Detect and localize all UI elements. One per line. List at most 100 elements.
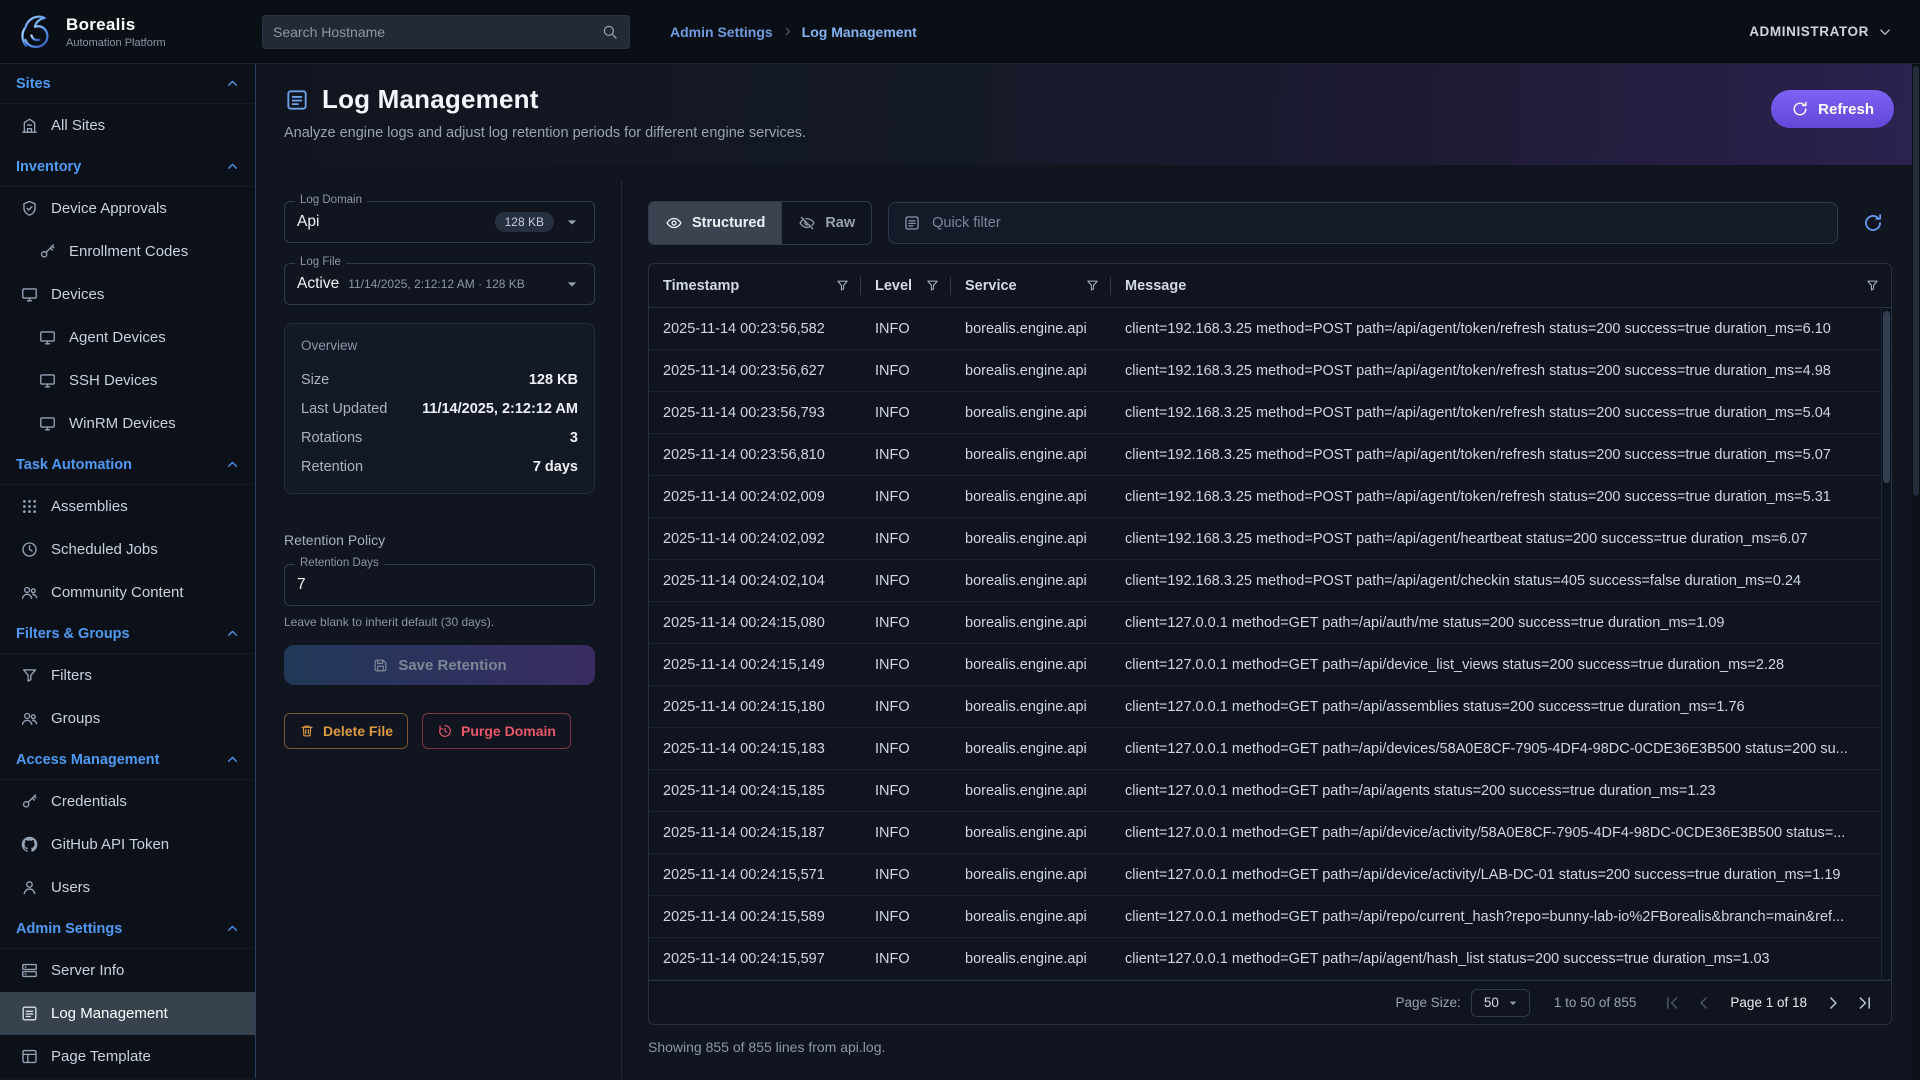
sidebar-section-inventory[interactable]: Inventory: [0, 147, 255, 187]
sidebar-item-community-content[interactable]: Community Content: [0, 571, 255, 614]
log-cell-timestamp: 2025-11-14 00:24:15,183: [649, 741, 861, 757]
quick-filter-input[interactable]: [932, 215, 1823, 231]
log-row[interactable]: 2025-11-14 00:24:15,187INFOborealis.engi…: [649, 812, 1891, 854]
sidebar-item-winrm-devices[interactable]: WinRM Devices: [0, 402, 255, 445]
log-row[interactable]: 2025-11-14 00:24:15,571INFOborealis.engi…: [649, 854, 1891, 896]
breadcrumb-admin-settings[interactable]: Admin Settings: [670, 24, 773, 40]
raw-toggle[interactable]: Raw: [781, 202, 871, 244]
retention-days-field[interactable]: Retention Days: [284, 564, 595, 606]
sidebar-item-agent-devices[interactable]: Agent Devices: [0, 316, 255, 359]
log-row[interactable]: 2025-11-14 00:23:56,582INFOborealis.engi…: [649, 308, 1891, 350]
sidebar-item-enrollment-codes[interactable]: Enrollment Codes: [0, 230, 255, 273]
page-indicator: Page 1 of 18: [1730, 995, 1807, 1010]
sidebar-section-access-management[interactable]: Access Management: [0, 740, 255, 780]
filter-icon[interactable]: [1865, 278, 1880, 293]
sidebar-item-label: Scheduled Jobs: [51, 541, 158, 558]
sidebar-item-page-template[interactable]: Page Template: [0, 1035, 255, 1078]
sidebar-item-all-sites[interactable]: All Sites: [0, 104, 255, 147]
hostname-search-input[interactable]: [273, 24, 601, 40]
log-cell-timestamp: 2025-11-14 00:24:15,597: [649, 951, 861, 967]
log-row[interactable]: 2025-11-14 00:24:15,589INFOborealis.engi…: [649, 896, 1891, 938]
filter-icon[interactable]: [925, 278, 940, 293]
log-cell-message: client=127.0.0.1 method=GET path=/api/de…: [1111, 825, 1891, 841]
log-cell-service: borealis.engine.api: [951, 699, 1111, 715]
log-file-label: Log File: [295, 256, 346, 268]
sidebar-item-groups[interactable]: Groups: [0, 697, 255, 740]
sidebar-item-scheduled-jobs[interactable]: Scheduled Jobs: [0, 528, 255, 571]
page-scrollbar-thumb[interactable]: [1913, 66, 1919, 496]
sidebar-section-admin-settings[interactable]: Admin Settings: [0, 909, 255, 949]
sidebar-section-filters-groups[interactable]: Filters & Groups: [0, 614, 255, 654]
first-page-button[interactable]: [1660, 991, 1684, 1015]
quick-filter[interactable]: [888, 202, 1838, 244]
retention-days-input[interactable]: [297, 576, 582, 594]
filter-icon[interactable]: [835, 278, 850, 293]
column-header-service[interactable]: Service: [951, 264, 1111, 307]
log-cell-message: client=127.0.0.1 method=GET path=/api/re…: [1111, 909, 1891, 925]
sidebar-item-label: Filters: [51, 667, 92, 684]
log-cell-timestamp: 2025-11-14 00:24:15,187: [649, 825, 861, 841]
table-scrollbar-thumb[interactable]: [1883, 311, 1890, 483]
column-header-timestamp[interactable]: Timestamp: [649, 264, 861, 307]
log-cell-service: borealis.engine.api: [951, 825, 1111, 841]
save-retention-button[interactable]: Save Retention: [284, 645, 595, 685]
sidebar-item-github-api-token[interactable]: GitHub API Token: [0, 823, 255, 866]
prev-page-button[interactable]: [1692, 991, 1716, 1015]
sidebar-item-devices[interactable]: Devices: [0, 273, 255, 316]
sidebar-item-filters[interactable]: Filters: [0, 654, 255, 697]
log-row[interactable]: 2025-11-14 00:24:15,080INFOborealis.engi…: [649, 602, 1891, 644]
column-header-level[interactable]: Level: [861, 264, 951, 307]
brand[interactable]: Borealis Automation Platform: [0, 11, 256, 53]
sidebar-item-server-info[interactable]: Server Info: [0, 949, 255, 992]
table-scrollbar[interactable]: [1881, 309, 1890, 979]
log-cell-timestamp: 2025-11-14 00:24:15,589: [649, 909, 861, 925]
log-row[interactable]: 2025-11-14 00:23:56,810INFOborealis.engi…: [649, 434, 1891, 476]
sidebar-item-label: Credentials: [51, 793, 127, 810]
next-page-button[interactable]: [1821, 991, 1845, 1015]
chevron-up-icon: [224, 920, 241, 937]
log-domain-select[interactable]: Log Domain Api 128 KB: [284, 201, 595, 243]
log-cell-level: INFO: [861, 615, 951, 631]
purge-domain-button[interactable]: Purge Domain: [422, 713, 571, 749]
sidebar-item-device-approvals[interactable]: Device Approvals: [0, 187, 255, 230]
delete-file-button[interactable]: Delete File: [284, 713, 408, 749]
log-row[interactable]: 2025-11-14 00:24:15,183INFOborealis.engi…: [649, 728, 1891, 770]
sidebar-item-ssh-devices[interactable]: SSH Devices: [0, 359, 255, 402]
breadcrumb-log-management[interactable]: Log Management: [802, 24, 917, 40]
page-scrollbar[interactable]: [1912, 64, 1920, 1080]
overview-title: Overview: [301, 338, 578, 353]
log-cell-message: client=192.168.3.25 method=POST path=/ap…: [1111, 363, 1891, 379]
chevron-up-icon: [224, 456, 241, 473]
log-row[interactable]: 2025-11-14 00:24:02,092INFOborealis.engi…: [649, 518, 1891, 560]
account-menu[interactable]: ADMINISTRATOR: [1749, 23, 1920, 41]
sidebar-item-assemblies[interactable]: Assemblies: [0, 485, 255, 528]
log-row[interactable]: 2025-11-14 00:24:15,149INFOborealis.engi…: [649, 644, 1891, 686]
sidebar-section-sites[interactable]: Sites: [0, 64, 255, 104]
log-row[interactable]: 2025-11-14 00:24:02,009INFOborealis.engi…: [649, 476, 1891, 518]
last-page-button[interactable]: [1853, 991, 1877, 1015]
sidebar-item-log-management[interactable]: Log Management: [0, 992, 255, 1035]
hostname-search[interactable]: [262, 15, 630, 49]
reload-logs-button[interactable]: [1854, 204, 1892, 242]
sidebar-item-users[interactable]: Users: [0, 866, 255, 909]
log-cell-service: borealis.engine.api: [951, 531, 1111, 547]
filter-icon[interactable]: [1085, 278, 1100, 293]
structured-toggle[interactable]: Structured: [649, 202, 781, 244]
log-row[interactable]: 2025-11-14 00:23:56,627INFOborealis.engi…: [649, 350, 1891, 392]
sidebar-section-task-automation[interactable]: Task Automation: [0, 445, 255, 485]
refresh-button[interactable]: Refresh: [1771, 90, 1894, 128]
log-row[interactable]: 2025-11-14 00:24:15,180INFOborealis.engi…: [649, 686, 1891, 728]
log-cell-service: borealis.engine.api: [951, 363, 1111, 379]
log-row[interactable]: 2025-11-14 00:24:02,104INFOborealis.engi…: [649, 560, 1891, 602]
page-size-select[interactable]: 50: [1471, 989, 1530, 1017]
log-cell-level: INFO: [861, 699, 951, 715]
log-row[interactable]: 2025-11-14 00:24:15,597INFOborealis.engi…: [649, 938, 1891, 980]
sidebar-item-label: Users: [51, 879, 90, 896]
sidebar-item-credentials[interactable]: Credentials: [0, 780, 255, 823]
log-row[interactable]: 2025-11-14 00:24:15,185INFOborealis.engi…: [649, 770, 1891, 812]
log-row[interactable]: 2025-11-14 00:23:56,793INFOborealis.engi…: [649, 392, 1891, 434]
view-mode-toggle: Structured Raw: [648, 201, 872, 245]
log-file-select[interactable]: Log File Active 11/14/2025, 2:12:12 AM ·…: [284, 263, 595, 305]
log-cell-service: borealis.engine.api: [951, 909, 1111, 925]
column-header-message[interactable]: Message: [1111, 264, 1891, 307]
